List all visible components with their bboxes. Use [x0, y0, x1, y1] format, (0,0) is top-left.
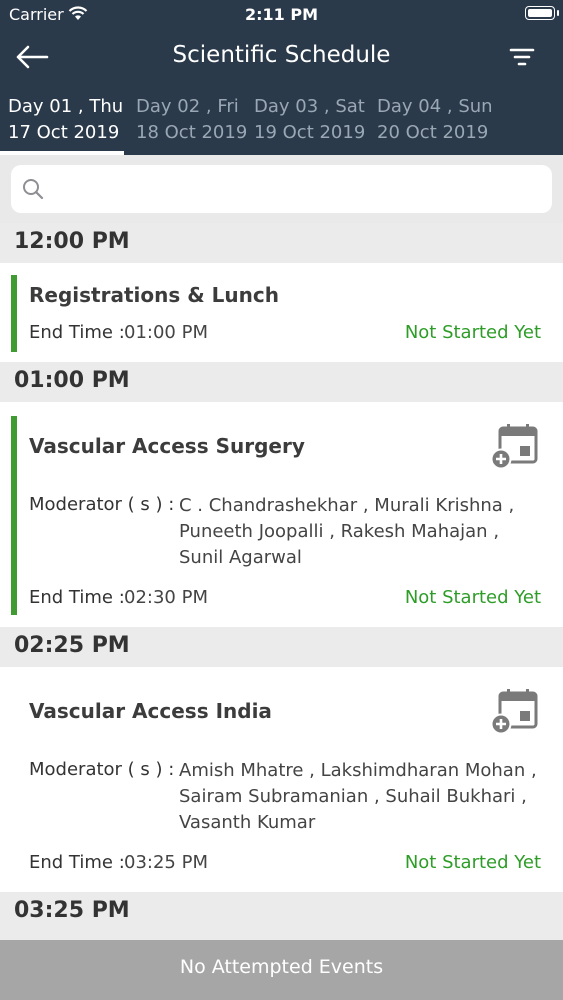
status-bar: Carrier 2:11 PM: [0, 0, 563, 30]
session-title: Vascular Access Surgery: [29, 434, 305, 458]
tab-date-label: 20 Oct 2019: [377, 122, 489, 143]
end-time-value: 03:25 PM: [124, 852, 208, 873]
tab-day-label: Day 03 , Sat: [254, 96, 365, 117]
moderator-line: Vasanth Kumar: [179, 812, 316, 833]
session-card[interactable]: Vascular Access Surgery Moderator ( s ) …: [0, 402, 563, 627]
moderator-label: Moderator ( s ) :: [29, 759, 175, 780]
end-time-value: 01:00 PM: [124, 322, 208, 343]
tab-day-02[interactable]: Day 02 , Fri 18 Oct 2019: [136, 94, 260, 146]
footer-bar[interactable]: No Attempted Events: [0, 940, 563, 1000]
moderator-line: Amish Mhatre , Lakshimdharan Mohan ,: [179, 760, 537, 781]
calendar-add-icon[interactable]: [490, 689, 540, 735]
time-header: 12:00 PM: [0, 223, 563, 263]
session-status-bar: [11, 416, 17, 615]
session-card[interactable]: Vascular Access India Moderator ( s ) : …: [0, 667, 563, 892]
status-time: 2:11 PM: [244, 5, 318, 24]
tab-day-04[interactable]: Day 04 , Sun 20 Oct 2019: [377, 94, 501, 146]
time-header: 03:25 PM: [0, 892, 563, 940]
moderator-list: C . Chandrashekhar , Murali Krishna , Pu…: [179, 493, 539, 571]
page-title: Scientific Schedule: [172, 42, 391, 68]
tab-date-label: 17 Oct 2019: [8, 122, 120, 143]
session-status: Not Started Yet: [404, 852, 541, 873]
nav-bar: Scientific Schedule: [0, 30, 563, 85]
tab-date-label: 19 Oct 2019: [254, 122, 366, 143]
battery-icon: [525, 6, 559, 20]
moderator-line: C . Chandrashekhar , Murali Krishna ,: [179, 495, 515, 516]
end-time-value: 02:30 PM: [124, 587, 208, 608]
tab-date-label: 18 Oct 2019: [136, 122, 248, 143]
footer-label: No Attempted Events: [179, 956, 384, 978]
search-input[interactable]: [11, 165, 552, 213]
moderator-line: Sunil Agarwal: [179, 547, 302, 568]
search-icon: [23, 179, 44, 200]
session-status-bar: [11, 275, 17, 352]
session-status: Not Started Yet: [404, 322, 541, 343]
time-header: 02:25 PM: [0, 627, 563, 667]
session-status: Not Started Yet: [404, 587, 541, 608]
session-title: Vascular Access India: [29, 699, 272, 723]
end-time-label: End Time :: [29, 322, 125, 343]
tab-day-label: Day 02 , Fri: [136, 96, 239, 117]
session-card[interactable]: Registrations & Lunch End Time : 01:00 P…: [0, 263, 563, 362]
calendar-add-icon[interactable]: [490, 424, 540, 470]
time-label: 12:00 PM: [14, 229, 130, 254]
tab-day-label: Day 01 , Thu: [8, 96, 124, 117]
tab-day-01[interactable]: Day 01 , Thu 17 Oct 2019: [8, 94, 132, 146]
moderator-list: Amish Mhatre , Lakshimdharan Mohan , Sai…: [179, 758, 539, 836]
time-label: 01:00 PM: [14, 368, 130, 393]
header: Carrier 2:11 PM Scientific Schedule Day …: [0, 0, 563, 155]
moderator-line: Puneeth Joopalli , Rakesh Mahajan ,: [179, 521, 500, 542]
session-title: Registrations & Lunch: [29, 283, 279, 307]
time-header: 01:00 PM: [0, 362, 563, 402]
filter-icon[interactable]: [509, 46, 535, 68]
tab-day-03[interactable]: Day 03 , Sat 19 Oct 2019: [254, 94, 378, 146]
time-label: 02:25 PM: [14, 633, 130, 658]
moderator-label: Moderator ( s ) :: [29, 494, 175, 515]
day-tabs: Day 01 , Thu 17 Oct 2019 Day 02 , Fri 18…: [0, 92, 563, 155]
search-bar: [0, 155, 563, 223]
tab-day-label: Day 04 , Sun: [377, 96, 493, 117]
time-label: 03:25 PM: [14, 898, 130, 923]
moderator-line: Sairam Subramanian , Suhail Bukhari ,: [179, 786, 527, 807]
end-time-label: End Time :: [29, 587, 125, 608]
end-time-label: End Time :: [29, 852, 125, 873]
